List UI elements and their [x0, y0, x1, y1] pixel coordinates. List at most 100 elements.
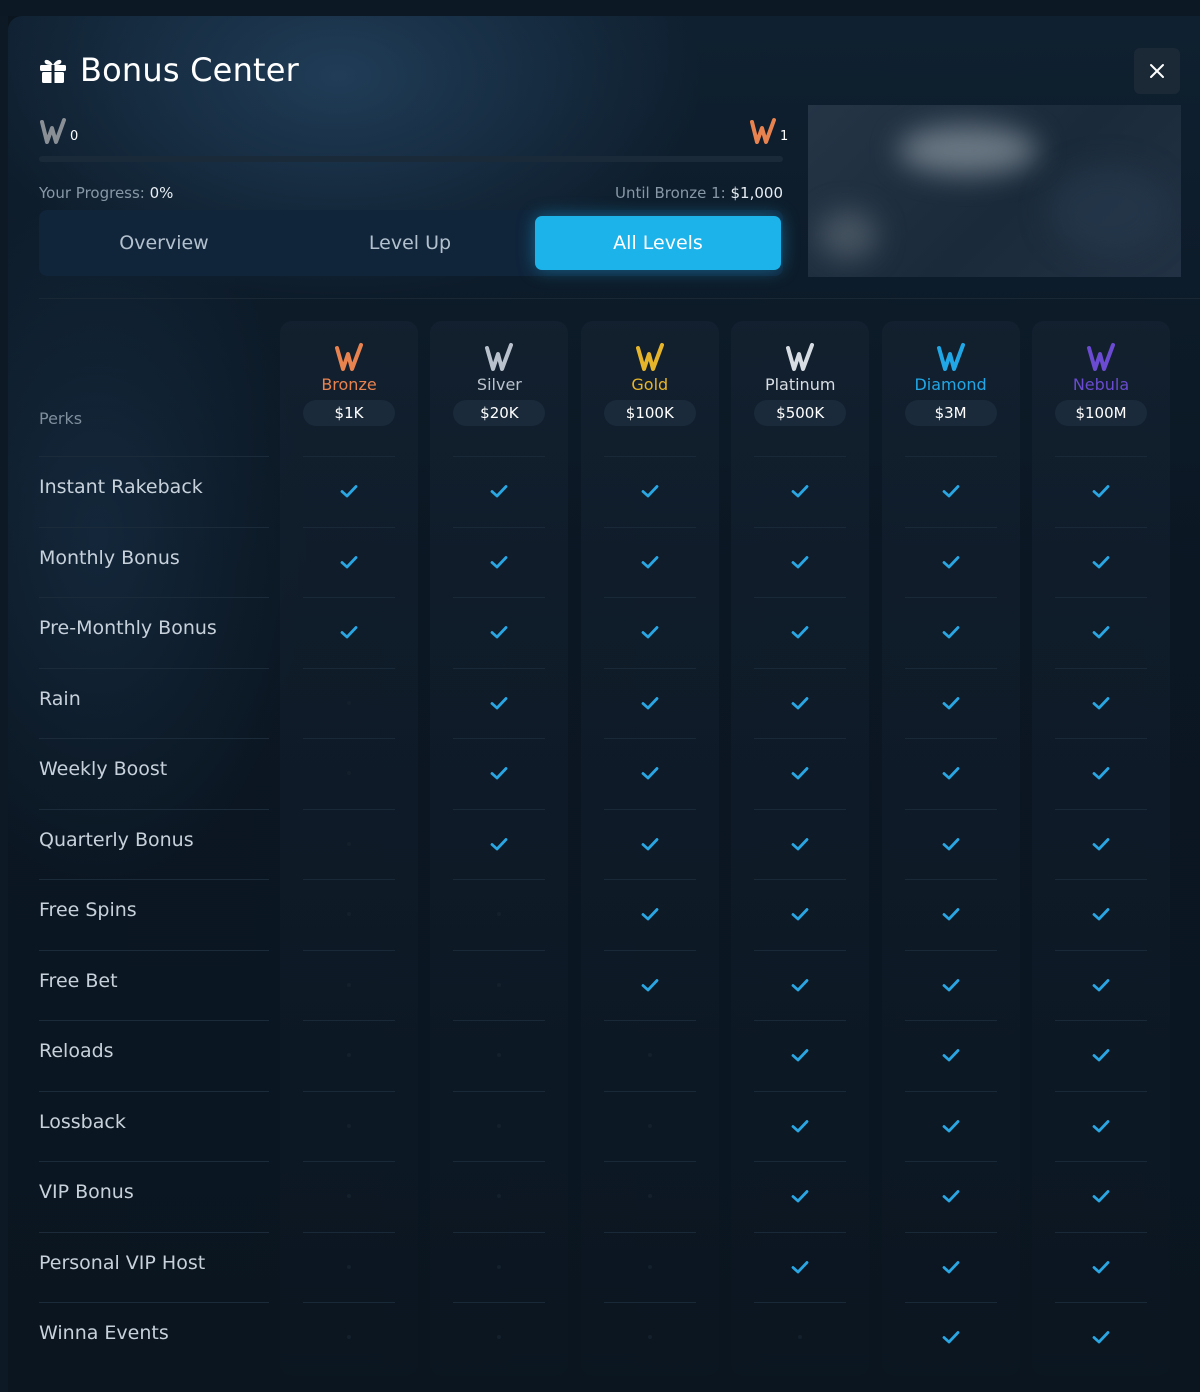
cell-divider: [303, 1020, 395, 1021]
row-divider: [39, 1231, 269, 1233]
cell-divider: [754, 597, 847, 598]
perk-name: VIP Bonus: [39, 1181, 134, 1203]
check-icon: [340, 555, 358, 568]
level-header: Gold $100K: [581, 341, 719, 426]
unavailable-dot-icon: [497, 1123, 502, 1128]
cell-divider: [1055, 1161, 1147, 1162]
cell-divider: [754, 526, 847, 528]
check-icon: [1092, 1260, 1110, 1273]
row-divider: [39, 1161, 269, 1162]
check-icon: [942, 485, 959, 498]
next-level-number: 1: [780, 129, 789, 144]
perks-header: Perks: [39, 409, 83, 428]
cell-divider: [1055, 597, 1147, 598]
perk-name: Personal VIP Host: [39, 1251, 206, 1274]
check-icon: [942, 978, 959, 991]
cell-divider: [904, 456, 997, 457]
cell-divider: [904, 949, 997, 951]
unavailable-dot-icon: [347, 982, 351, 987]
level-header: Bronze $1K: [280, 341, 418, 426]
row-divider: [39, 1302, 269, 1303]
check-icon: [942, 908, 959, 921]
check-icon: [791, 485, 809, 498]
cell-divider: [603, 667, 696, 669]
check-icon: [791, 1260, 809, 1273]
check-icon: [641, 696, 659, 709]
until-value: $1,000: [730, 184, 784, 202]
check-icon: [1092, 1331, 1110, 1344]
level-header: Diamond $3M: [882, 341, 1020, 426]
unavailable-dot-icon: [347, 841, 351, 846]
banner-blur-highlight: [898, 125, 1038, 175]
row-divider: [39, 1090, 269, 1092]
next-level-badge: 1: [749, 116, 788, 146]
promo-banner[interactable]: [808, 105, 1181, 277]
cell-divider: [603, 1020, 696, 1021]
close-button[interactable]: [1134, 48, 1180, 94]
check-icon: [791, 978, 809, 991]
row-divider: [39, 949, 269, 951]
cell-divider: [1055, 526, 1147, 528]
check-icon: [641, 555, 659, 568]
check-icon: [791, 696, 809, 709]
unavailable-dot-icon: [647, 1123, 652, 1128]
cell-divider: [1055, 667, 1147, 669]
banner-blur-shade: [1048, 165, 1168, 255]
current-level-badge: 0: [39, 116, 78, 146]
cell-divider: [1055, 738, 1147, 739]
tab-level-up[interactable]: Level Up: [287, 216, 533, 270]
cell-divider: [303, 526, 395, 528]
cell-divider: [453, 949, 546, 951]
perk-name: Free Spins: [39, 899, 137, 921]
cell-divider: [1055, 1020, 1147, 1021]
tab-all-levels[interactable]: All Levels: [535, 216, 781, 270]
cell-divider: [603, 1161, 696, 1162]
progress-section: 0 1 Your Progress: 0% Until Bronze 1: $1…: [39, 114, 788, 214]
check-icon: [942, 1049, 959, 1062]
cell-divider: [303, 1302, 395, 1303]
gift-icon: [40, 59, 66, 83]
check-icon: [340, 485, 358, 498]
cell-divider: [754, 949, 847, 951]
unavailable-dot-icon: [347, 1335, 351, 1339]
cell-divider: [1055, 879, 1147, 880]
bonus-center-modal: Bonus Center 0 1 Your Progress: 0% Until: [8, 16, 1200, 1392]
cell-divider: [453, 738, 546, 739]
check-icon: [942, 626, 959, 639]
tab-overview[interactable]: Overview: [41, 216, 287, 270]
check-icon: [942, 1260, 959, 1273]
level-threshold: $100M: [1055, 400, 1147, 426]
until-label: Until Bronze 1:: [614, 184, 726, 202]
row-divider: [39, 597, 269, 598]
level-w-icon: [335, 343, 363, 371]
check-icon: [490, 555, 508, 568]
check-icon: [791, 908, 809, 921]
level-name: Nebula: [1072, 375, 1130, 394]
cell-divider: [453, 1090, 546, 1092]
row-divider: [39, 526, 269, 528]
cell-divider: [603, 949, 696, 951]
level-name: Bronze: [321, 375, 377, 394]
unavailable-dot-icon: [347, 1053, 351, 1057]
check-icon: [490, 626, 508, 639]
cell-divider: [303, 456, 395, 457]
level-threshold: $20K: [453, 400, 546, 426]
progress-value: 0%: [149, 184, 174, 202]
level-name: Platinum: [764, 375, 836, 394]
cell-divider: [603, 808, 696, 810]
perk-name: Instant Rakeback: [39, 476, 203, 498]
cell-divider: [453, 1020, 546, 1021]
cell-divider: [303, 879, 395, 880]
row-divider: [39, 879, 269, 880]
perk-name: Pre-Monthly Bonus: [39, 617, 217, 639]
banner-blur-shape: [818, 210, 878, 260]
cell-divider: [303, 738, 395, 739]
check-icon: [791, 767, 809, 780]
check-icon: [791, 555, 809, 568]
progress-label-text: Your Progress:: [39, 184, 145, 202]
cell-divider: [603, 1090, 696, 1092]
check-icon: [791, 837, 809, 850]
close-icon: [1150, 64, 1164, 78]
perk-name: Quarterly Bonus: [39, 828, 194, 851]
cell-divider: [453, 1161, 546, 1162]
